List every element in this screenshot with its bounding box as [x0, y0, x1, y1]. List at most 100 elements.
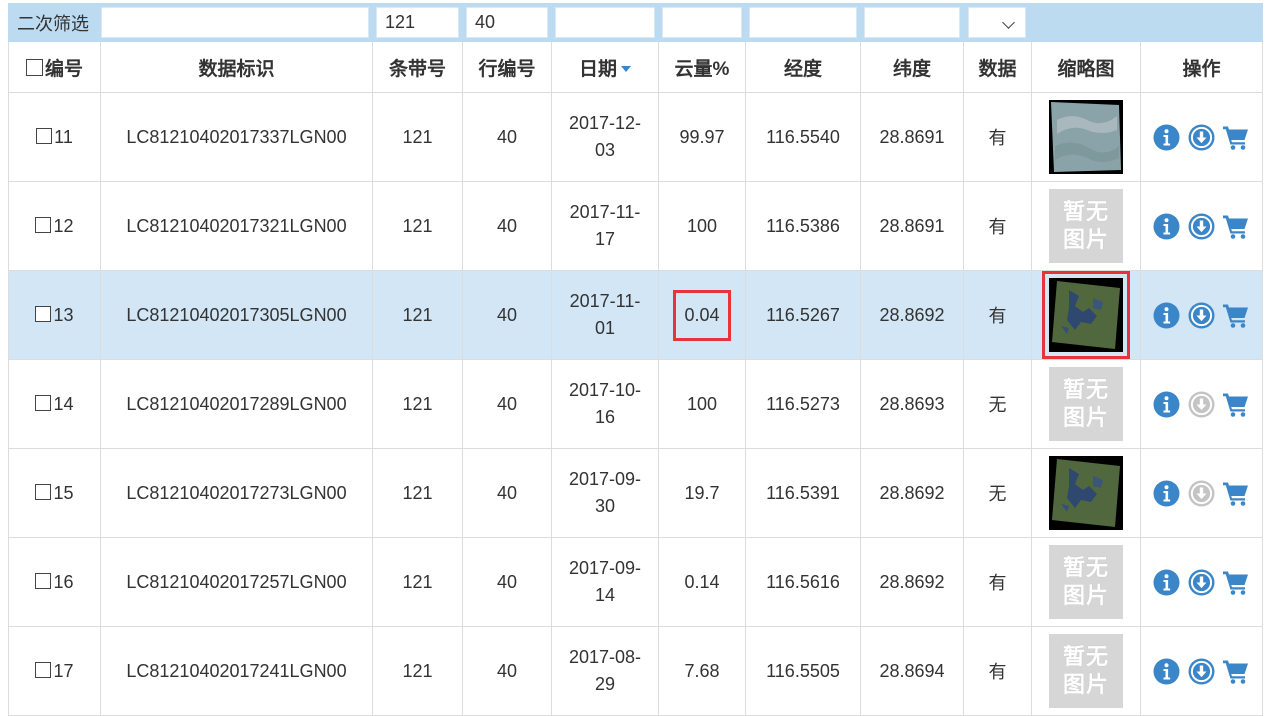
row-date-cell: 2017-09- 14	[551, 537, 659, 627]
row-cloud-cell: 7.68	[658, 626, 746, 716]
row-date-d: 29	[594, 674, 616, 694]
no-image-text-line1: 暂无	[1062, 199, 1109, 224]
row-filter-input[interactable]: 40	[466, 7, 548, 38]
row-date-ym: 2017-11-	[569, 291, 641, 311]
row-select-cell: 15	[8, 448, 101, 538]
no-image-placeholder: 暂无 图片	[1049, 367, 1123, 441]
row-checkbox[interactable]	[36, 127, 53, 144]
header-date[interactable]: 日期	[551, 41, 659, 93]
row-id: LC81210402017321LGN00	[100, 181, 373, 271]
info-icon[interactable]	[1153, 391, 1180, 418]
thumbnail-highlight	[1042, 271, 1130, 359]
row-row: 40	[462, 181, 552, 271]
info-icon[interactable]	[1153, 302, 1180, 329]
cart-icon[interactable]	[1222, 480, 1250, 507]
row-data: 无	[963, 448, 1032, 538]
cart-icon[interactable]	[1222, 658, 1250, 685]
no-image-placeholder: 暂无 图片	[1049, 634, 1123, 708]
table-row[interactable]: 11 LC81210402017337LGN00 121 40 2017-12-…	[8, 92, 1263, 182]
row-actions	[1140, 537, 1263, 627]
cloud-filter-input[interactable]	[662, 7, 742, 38]
row-row: 40	[462, 537, 552, 627]
no-image-placeholder: 暂无 图片	[1049, 189, 1123, 263]
row-date-d: 01	[594, 318, 616, 338]
thumbnail-image[interactable]	[1049, 278, 1123, 352]
row-date-cell: 2017-11- 17	[551, 181, 659, 271]
row-checkbox[interactable]	[35, 661, 52, 678]
row-row: 40	[462, 270, 552, 360]
row-lon: 116.5273	[745, 359, 861, 449]
table-row[interactable]: 14 LC81210402017289LGN00 121 40 2017-10-…	[8, 359, 1263, 449]
info-icon[interactable]	[1153, 213, 1180, 240]
path-filter-input[interactable]: 121	[376, 7, 459, 38]
id-filter-input[interactable]	[101, 7, 369, 38]
download-icon[interactable]	[1188, 302, 1215, 329]
download-icon[interactable]	[1188, 569, 1215, 596]
sort-desc-icon[interactable]	[621, 66, 631, 73]
info-icon[interactable]	[1153, 569, 1180, 596]
row-date-ym: 2017-11-	[569, 202, 641, 222]
row-row: 40	[462, 626, 552, 716]
cart-icon[interactable]	[1222, 569, 1250, 596]
table-row[interactable]: 13 LC81210402017305LGN00 121 40 2017-11-…	[8, 270, 1263, 360]
row-path: 121	[372, 181, 463, 271]
download-icon[interactable]	[1188, 124, 1215, 151]
row-lat: 28.8692	[860, 448, 964, 538]
row-cloud: 0.14	[684, 571, 720, 592]
table-row[interactable]: 17 LC81210402017241LGN00 121 40 2017-08-…	[8, 626, 1263, 716]
row-id: LC81210402017289LGN00	[100, 359, 373, 449]
cart-icon[interactable]	[1222, 391, 1250, 418]
header-cloud: 云量%	[658, 41, 746, 93]
row-checkbox[interactable]	[35, 483, 52, 500]
header-select[interactable]: 编号	[8, 41, 101, 93]
no-image-text-line1: 暂无	[1062, 644, 1109, 669]
row-cloud-cell: 0.14	[658, 537, 746, 627]
row-data: 无	[963, 359, 1032, 449]
row-checkbox[interactable]	[35, 305, 52, 322]
row-checkbox[interactable]	[35, 394, 52, 411]
thumbnail-image[interactable]	[1049, 456, 1123, 530]
row-date-d: 03	[594, 140, 616, 160]
row-id: LC81210402017241LGN00	[100, 626, 373, 716]
row-lat: 28.8691	[860, 92, 964, 182]
download-icon[interactable]	[1188, 213, 1215, 240]
row-data: 有	[963, 626, 1032, 716]
row-id: LC81210402017273LGN00	[100, 448, 373, 538]
row-actions	[1140, 181, 1263, 271]
row-cloud: 99.97	[679, 126, 725, 147]
download-icon[interactable]	[1188, 658, 1215, 685]
info-icon[interactable]	[1153, 124, 1180, 151]
row-cloud-cell: 99.97	[658, 92, 746, 182]
row-checkbox[interactable]	[35, 572, 52, 589]
thumbnail-image[interactable]	[1049, 100, 1123, 174]
row-data: 有	[963, 270, 1032, 360]
row-data: 有	[963, 92, 1032, 182]
row-date-cell: 2017-09- 30	[551, 448, 659, 538]
row-lon: 116.5386	[745, 181, 861, 271]
no-image-text-line2: 图片	[1062, 583, 1109, 608]
table-row[interactable]: 16 LC81210402017257LGN00 121 40 2017-09-…	[8, 537, 1263, 627]
row-thumb-cell: 暂无 图片	[1031, 181, 1141, 271]
info-icon[interactable]	[1153, 658, 1180, 685]
table-row[interactable]: 12 LC81210402017321LGN00 121 40 2017-11-…	[8, 181, 1263, 271]
row-date-cell: 2017-11- 01	[551, 270, 659, 360]
data-filter-select[interactable]	[968, 7, 1026, 38]
row-number: 13	[53, 304, 74, 325]
lon-filter-input[interactable]	[749, 7, 857, 38]
row-number: 15	[53, 482, 74, 503]
lat-filter-input[interactable]	[864, 7, 960, 38]
row-number: 11	[54, 126, 73, 147]
row-thumb-cell: 暂无 图片	[1031, 626, 1141, 716]
row-checkbox[interactable]	[35, 216, 52, 233]
info-icon[interactable]	[1153, 480, 1180, 507]
row-select-cell: 11	[8, 92, 101, 182]
row-id: LC81210402017337LGN00	[100, 92, 373, 182]
date-filter-input[interactable]	[555, 7, 655, 38]
select-all-checkbox[interactable]	[25, 58, 43, 76]
cart-icon[interactable]	[1222, 213, 1250, 240]
cart-icon[interactable]	[1222, 302, 1250, 329]
header-data: 数据	[963, 41, 1032, 93]
cart-icon[interactable]	[1222, 124, 1250, 151]
row-thumb-cell: 暂无 图片	[1031, 537, 1141, 627]
table-row[interactable]: 15 LC81210402017273LGN00 121 40 2017-09-…	[8, 448, 1263, 538]
